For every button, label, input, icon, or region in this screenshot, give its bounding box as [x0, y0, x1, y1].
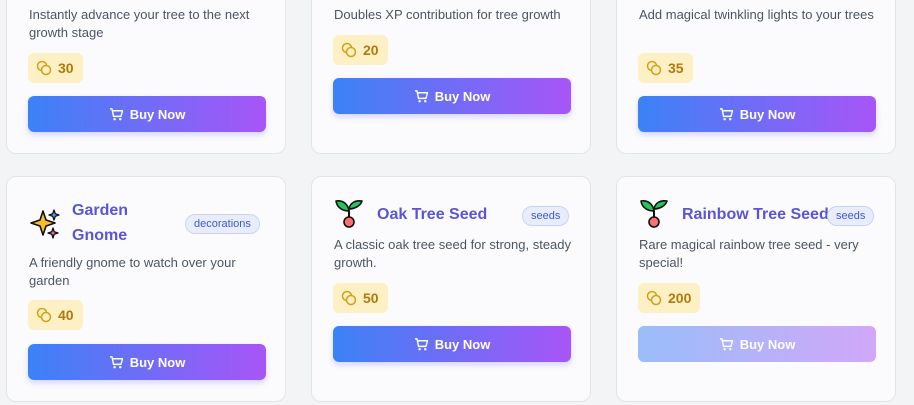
coins-icon — [36, 307, 52, 323]
buy-now-button[interactable]: Buy Now — [638, 96, 876, 132]
cart-icon — [109, 355, 123, 368]
shop-card-garden-gnome: Garden Gnome decorations A friendly gnom… — [6, 176, 286, 402]
category-badge: seeds — [827, 206, 875, 226]
item-title: Garden Gnome — [72, 202, 129, 244]
cart-icon — [414, 89, 428, 102]
category-badge: seeds — [522, 206, 570, 226]
item-title: Oak Tree Seed — [377, 206, 488, 223]
price-badge: 30 — [28, 53, 83, 83]
cart-icon — [109, 107, 123, 120]
buy-now-label: Buy Now — [739, 336, 796, 352]
sparkles-icon — [30, 209, 60, 239]
price-amount: 200 — [668, 290, 692, 306]
cart-icon — [719, 107, 733, 120]
price-amount: 20 — [363, 42, 379, 58]
buy-now-label: Buy Now — [129, 354, 186, 370]
coins-icon — [341, 42, 357, 58]
sprout-icon — [640, 200, 668, 228]
buy-now-button[interactable]: Buy Now — [333, 326, 571, 362]
price-amount: 35 — [668, 60, 684, 76]
item-description: A classic oak tree seed for strong, stea… — [334, 237, 572, 270]
price-badge: 40 — [28, 300, 83, 330]
shop-card-oak-tree-seed: Oak Tree Seed seeds A classic oak tree s… — [311, 176, 591, 402]
coins-icon — [36, 60, 52, 76]
item-description: A friendly gnome to watch over your gard… — [29, 255, 236, 288]
buy-now-button[interactable]: Buy Now — [333, 78, 571, 114]
price-amount: 30 — [58, 60, 74, 76]
price-badge: 200 — [638, 283, 701, 313]
coins-icon — [341, 290, 357, 306]
buy-now-label: Buy Now — [739, 106, 796, 122]
cart-icon — [719, 337, 733, 350]
buy-now-button-disabled[interactable]: Buy Now — [638, 326, 876, 362]
coins-icon — [646, 290, 662, 306]
price-badge: 50 — [333, 283, 388, 313]
buy-now-button[interactable]: Buy Now — [28, 344, 266, 380]
item-description: Rare magical rainbow tree seed - very sp… — [639, 237, 859, 270]
buy-now-label: Buy Now — [434, 336, 491, 352]
item-description: Add magical twinkling lights to your tre… — [639, 7, 874, 22]
item-title: Rainbow Tree Seed — [682, 206, 829, 223]
price-amount: 40 — [58, 307, 74, 323]
shop-card-xp-boost: Doubles XP contribution for tree growth … — [311, 0, 591, 154]
price-badge: 20 — [333, 35, 388, 65]
buy-now-button[interactable]: Buy Now — [28, 96, 266, 132]
cart-icon — [414, 337, 428, 350]
item-description: Instantly advance your tree to the next … — [29, 7, 250, 40]
item-description: Doubles XP contribution for tree growth — [334, 7, 561, 22]
sprout-icon — [335, 200, 363, 228]
shop-card-growth-boost: Instantly advance your tree to the next … — [6, 0, 286, 154]
shop-card-twinkling-lights: Add magical twinkling lights to your tre… — [616, 0, 896, 154]
buy-now-label: Buy Now — [434, 88, 491, 104]
buy-now-label: Buy Now — [129, 106, 186, 122]
category-badge: decorations — [185, 214, 260, 234]
price-badge: 35 — [638, 53, 693, 83]
price-amount: 50 — [363, 290, 379, 306]
coins-icon — [646, 60, 662, 76]
shop-card-rainbow-tree-seed: Rainbow Tree Seed seeds Rare magical rai… — [616, 176, 896, 402]
